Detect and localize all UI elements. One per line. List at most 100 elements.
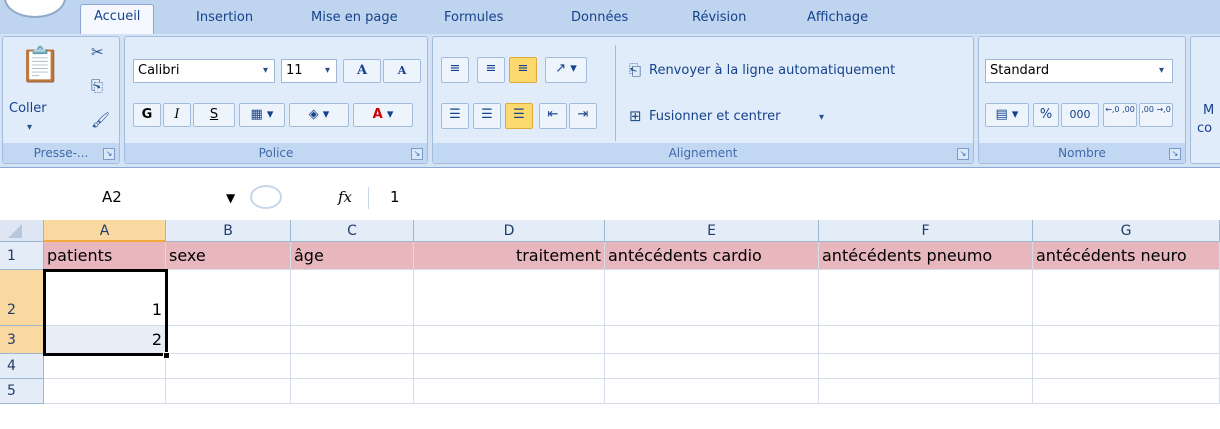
cell-d5[interactable] [414,379,605,404]
row-header-1[interactable]: 1 [0,242,44,270]
cell-b4[interactable] [166,354,291,379]
cell-e3[interactable] [605,326,819,354]
paste-icon[interactable]: 📋 [19,45,61,85]
insert-function-icon[interactable]: fx [338,185,352,209]
bold-button[interactable]: G [133,103,161,127]
column-header-d[interactable]: D [414,220,605,242]
row-header-4[interactable]: 4 [0,354,44,379]
fill-handle[interactable] [163,352,170,359]
clipboard-launcher-icon[interactable]: ↘ [103,148,115,160]
name-box-dropdown-icon[interactable]: ▼ [226,189,235,207]
cell-b2[interactable] [166,270,291,326]
cell-g4[interactable] [1033,354,1220,379]
tab-accueil[interactable]: Accueil [80,4,155,34]
align-center-button[interactable]: ☰ [473,103,501,129]
wrap-text-icon[interactable]: ⎗ [629,61,641,79]
font-name-dropdown-icon[interactable]: ▾ [263,62,268,80]
cell-c4[interactable] [291,354,414,379]
cell-e5[interactable] [605,379,819,404]
row-header-3[interactable]: 3 [0,326,44,354]
cell-a5[interactable] [44,379,166,404]
currency-button[interactable]: ▤ ▾ [985,103,1029,127]
cell-c3[interactable] [291,326,414,354]
cell-a3[interactable]: 2 [44,326,166,354]
orientation-button[interactable]: ↗ ▾ [545,57,587,83]
cell-e4[interactable] [605,354,819,379]
formula-input[interactable]: 1 [390,185,400,209]
office-button[interactable] [4,0,66,18]
number-format-dropdown-icon[interactable]: ▾ [1159,62,1164,80]
cell-g2[interactable] [1033,270,1220,326]
cell-c1[interactable]: âge [291,242,414,270]
shrink-font-button[interactable]: A [383,59,421,83]
copy-icon[interactable]: ⎘ [91,77,103,95]
cell-b1[interactable]: sexe [166,242,291,270]
paste-button[interactable]: Coller [9,101,47,116]
align-left-button[interactable]: ☰ [441,103,469,129]
tab-formules[interactable]: Formules [444,8,503,28]
column-header-e[interactable]: E [605,220,819,242]
align-bottom-button[interactable]: ≡ [509,57,537,83]
merge-center-icon[interactable]: ⊞ [629,107,642,125]
column-header-f[interactable]: F [819,220,1033,242]
merge-dropdown-icon[interactable]: ▾ [819,109,824,127]
tab-donnees[interactable]: Données [571,8,628,28]
number-launcher-icon[interactable]: ↘ [1169,148,1181,160]
cell-g3[interactable] [1033,326,1220,354]
cell-b5[interactable] [166,379,291,404]
fill-color-button[interactable]: ◈ ▾ [289,103,349,127]
column-header-g[interactable]: G [1033,220,1220,242]
increase-decimal-button[interactable]: ←,0 ,00 [1103,103,1137,127]
cell-f4[interactable] [819,354,1033,379]
decrease-decimal-button[interactable]: ,00 →,0 [1139,103,1173,127]
column-header-c[interactable]: C [291,220,414,242]
name-box[interactable]: A2 [50,185,168,209]
underline-button[interactable]: S [193,103,235,127]
format-painter-icon[interactable]: 🖌 [91,111,110,129]
cell-d4[interactable] [414,354,605,379]
tab-revision[interactable]: Révision [692,8,746,28]
cell-b3[interactable] [166,326,291,354]
column-header-b[interactable]: B [166,220,291,242]
font-size-dropdown-icon[interactable]: ▾ [325,62,330,80]
cell-f1[interactable]: antécédents pneumo [819,242,1033,270]
increase-indent-button[interactable]: ⇥ [569,103,597,129]
font-color-button[interactable]: A ▾ [353,103,413,127]
cell-d1[interactable]: traitement [414,242,605,270]
cell-e1[interactable]: antécédents cardio [605,242,819,270]
cell-d3[interactable] [414,326,605,354]
grow-font-button[interactable]: A [343,59,381,83]
font-launcher-icon[interactable]: ↘ [411,148,423,160]
font-name-combo[interactable]: Calibri [133,59,275,83]
paste-dropdown-icon[interactable]: ▾ [27,119,32,137]
borders-button[interactable]: ▦ ▾ [239,103,285,127]
decrease-indent-button[interactable]: ⇤ [539,103,567,129]
tab-mise-en-page[interactable]: Mise en page [311,8,398,28]
align-top-button[interactable]: ≡ [441,57,469,83]
cell-e2[interactable] [605,270,819,326]
cut-icon[interactable]: ✂ [91,43,104,61]
merge-center-button[interactable]: Fusionner et centrer [649,109,780,124]
cell-d2[interactable] [414,270,605,326]
thousands-button[interactable]: 000 [1061,103,1099,127]
cell-f3[interactable] [819,326,1033,354]
row-header-2[interactable]: 2 [0,270,44,326]
align-middle-button[interactable]: ≡ [477,57,505,83]
wrap-text-button[interactable]: Renvoyer à la ligne automatiquement [649,63,895,78]
tab-affichage[interactable]: Affichage [807,8,868,28]
row-header-5[interactable]: 5 [0,379,44,404]
cell-c5[interactable] [291,379,414,404]
partial-button-line2[interactable]: co [1197,121,1212,136]
alignment-launcher-icon[interactable]: ↘ [957,148,969,160]
cell-a4[interactable] [44,354,166,379]
partial-button-line1[interactable]: M [1203,103,1214,118]
cell-f5[interactable] [819,379,1033,404]
cell-c2[interactable] [291,270,414,326]
cell-a2[interactable]: 1 [44,270,166,326]
number-format-combo[interactable]: Standard [985,59,1173,83]
cell-g1[interactable]: antécédents neuro [1033,242,1220,270]
italic-button[interactable]: I [163,103,191,127]
tab-insertion[interactable]: Insertion [196,8,253,28]
cell-a1[interactable]: patients [44,242,166,270]
cell-g5[interactable] [1033,379,1220,404]
